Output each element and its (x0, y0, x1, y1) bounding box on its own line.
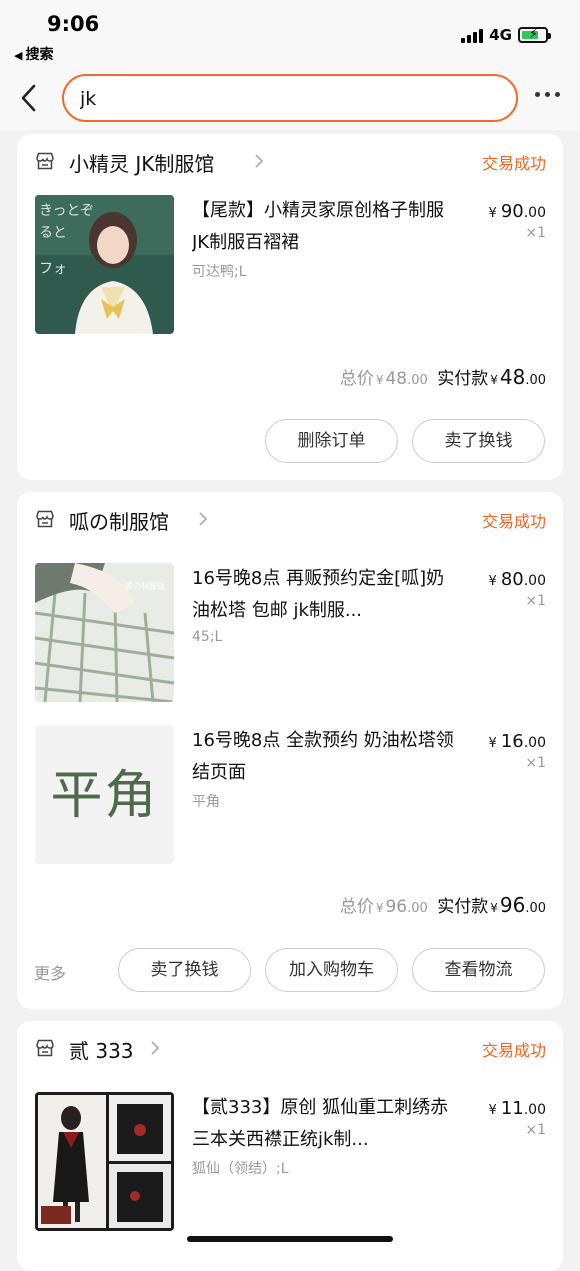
total-amount: 48 (385, 369, 408, 389)
more-actions-link[interactable]: 更多 (34, 960, 66, 984)
product-image[interactable]: きっとぞ ると フォ (35, 195, 174, 334)
view-logistics-button[interactable]: 查看物流 (412, 948, 545, 992)
product-sku: 狐仙（领结）;L (192, 1161, 289, 1177)
back-to-app-link[interactable]: ◀ 搜索 (14, 44, 53, 64)
search-input[interactable] (80, 86, 500, 112)
product-quantity: ×1 (525, 1122, 546, 1138)
back-app-label: 搜索 (25, 47, 54, 63)
order-status: 交易成功 (481, 154, 546, 173)
order-item[interactable]: 呱の制服馆 16号晚8点 再贩预约定金[呱]奶油松塔 包邮 jk制服... 45… (17, 563, 563, 703)
order-item[interactable]: 【贰333】原创 狐仙重工刺绣赤三本关西襟正统jk制... 狐仙（领结）;L ¥… (17, 1092, 563, 1232)
product-image[interactable] (35, 1092, 174, 1231)
svg-text:フォ: フォ (39, 261, 67, 277)
network-label: 4G (489, 26, 512, 44)
back-triangle-icon: ◀ (14, 49, 23, 62)
shop-icon (36, 1039, 54, 1057)
order-item[interactable]: 平角 16号晚8点 全款预约 奶油松塔领结页面 平角 ¥16.00 ×1 (17, 725, 563, 865)
product-image-text: 平角 (50, 766, 159, 826)
svg-text:ると: ると (39, 225, 67, 241)
paid-amount: 48 (499, 365, 526, 389)
product-image[interactable]: 平角 (35, 725, 174, 864)
shop-icon (36, 510, 54, 528)
home-indicator[interactable] (187, 1236, 393, 1242)
svg-text:きっとぞ: きっとぞ (39, 203, 94, 219)
paid-label: 实付款 (437, 369, 489, 389)
product-sku: 可达鸭;L (192, 264, 247, 280)
product-sku: 45;L (192, 629, 223, 645)
order-card: 小精灵 JK制服馆 交易成功 きっとぞ ると フォ 【尾款】小精灵家原创格子制服… (17, 134, 563, 480)
shop-name[interactable]: 贰 333 (69, 1035, 134, 1064)
product-price: ¥90.00 (488, 201, 546, 222)
product-quantity: ×1 (525, 225, 546, 241)
search-box[interactable] (62, 74, 518, 122)
product-sku: 平角 (192, 794, 220, 810)
resell-button[interactable]: 卖了换钱 (412, 419, 545, 463)
product-title[interactable]: 【贰333】原创 狐仙重工刺绣赤三本关西襟正统jk制... (192, 1092, 462, 1156)
delete-order-button[interactable]: 删除订单 (265, 419, 398, 463)
paid-amount: 96 (499, 893, 526, 917)
order-total: 总价 ¥96.00 实付款 ¥96.00 (339, 893, 546, 917)
product-price: ¥80.00 (488, 569, 546, 590)
shop-name[interactable]: 呱の制服馆 (69, 506, 169, 535)
total-label: 总价 (339, 369, 374, 389)
more-options-icon[interactable] (535, 92, 560, 97)
back-arrow-icon[interactable] (14, 80, 44, 116)
order-status: 交易成功 (481, 512, 546, 531)
order-header: 呱の制服馆 交易成功 (17, 492, 563, 552)
order-total: 总价 ¥48.00 实付款 ¥48.00 (339, 365, 546, 389)
order-card: 贰 333 交易成功 【贰333】原创 狐仙重工刺绣赤三本关西襟正统jk制...… (17, 1021, 563, 1271)
battery-icon: ⚡ (518, 27, 551, 43)
status-time: 9:06 (47, 12, 100, 36)
chevron-right-icon[interactable] (254, 154, 264, 168)
shop-icon (36, 152, 54, 170)
product-quantity: ×1 (525, 755, 546, 771)
paid-label: 实付款 (437, 897, 489, 917)
signal-icon (461, 27, 484, 43)
product-quantity: ×1 (525, 593, 546, 609)
chevron-right-icon[interactable] (150, 1041, 160, 1055)
total-amount: 96 (385, 897, 408, 917)
order-header: 小精灵 JK制服馆 交易成功 (17, 134, 563, 194)
order-item[interactable]: きっとぞ ると フォ 【尾款】小精灵家原创格子制服 JK制服百褶裙 可达鸭;L … (17, 195, 563, 335)
product-price: ¥16.00 (488, 731, 546, 752)
product-image[interactable]: 呱の制服馆 (35, 563, 174, 702)
order-status: 交易成功 (481, 1041, 546, 1060)
product-title[interactable]: 16号晚8点 全款预约 奶油松塔领结页面 (192, 725, 462, 789)
chevron-right-icon[interactable] (198, 512, 208, 526)
product-title[interactable]: 16号晚8点 再贩预约定金[呱]奶油松塔 包邮 jk制服... (192, 563, 462, 627)
top-bar: 9:06 ◀ 搜索 4G ⚡ (0, 0, 580, 130)
shop-name[interactable]: 小精灵 JK制服馆 (69, 148, 214, 177)
product-price: ¥11.00 (488, 1098, 546, 1119)
svg-text:呱の制服馆: 呱の制服馆 (125, 581, 165, 591)
add-to-cart-button[interactable]: 加入购物车 (265, 948, 398, 992)
total-label: 总价 (339, 897, 374, 917)
resell-button[interactable]: 卖了换钱 (118, 948, 251, 992)
product-title[interactable]: 【尾款】小精灵家原创格子制服 JK制服百褶裙 (192, 195, 462, 259)
order-header: 贰 333 交易成功 (17, 1021, 563, 1081)
order-card: 呱の制服馆 交易成功 呱の制服馆 16号晚8点 再贩预约定金[呱]奶油松塔 包邮… (17, 492, 563, 1009)
status-icons: 4G ⚡ (461, 24, 551, 46)
